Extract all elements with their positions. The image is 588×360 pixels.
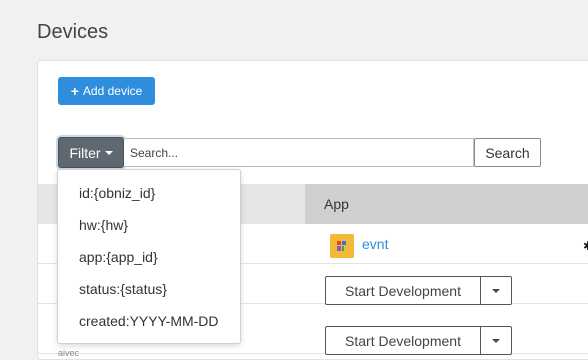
search-input[interactable] — [124, 138, 474, 167]
filter-dropdown-button[interactable]: Filter — [58, 137, 124, 168]
filter-option-app[interactable]: app:{app_id} — [58, 241, 240, 273]
filter-option-hw[interactable]: hw:{hw} — [58, 209, 240, 241]
page-title: Devices — [37, 21, 109, 43]
filter-dropdown-menu: id:{obniz_id} hw:{hw} app:{app_id} statu… — [57, 169, 241, 344]
add-device-label: Add device — [82, 84, 143, 98]
start-development-button[interactable]: Start Development — [325, 326, 481, 355]
app-logo-icon — [330, 234, 354, 258]
start-development-button[interactable]: Start Development — [325, 276, 481, 305]
search-button[interactable]: Search — [474, 138, 541, 167]
start-development-options-button[interactable] — [480, 326, 512, 355]
plus-icon: + — [70, 83, 79, 99]
filter-option-id[interactable]: id:{obniz_id} — [58, 177, 240, 209]
caret-down-icon — [492, 288, 500, 293]
start-development-options-button[interactable] — [480, 276, 512, 305]
column-header-app: App — [305, 184, 588, 224]
caret-down-icon — [492, 338, 500, 343]
app-link-evnt[interactable]: evnt — [362, 236, 388, 252]
favorite-icon[interactable]: ✱ — [583, 239, 588, 253]
caret-down-icon — [104, 150, 113, 155]
filter-label: Filter — [69, 144, 101, 161]
add-device-button[interactable]: + Add device — [58, 77, 155, 105]
device-subtext: aivec — [58, 348, 80, 358]
filter-option-created[interactable]: created:YYYY-MM-DD — [58, 305, 240, 337]
filter-option-status[interactable]: status:{status} — [58, 273, 240, 305]
